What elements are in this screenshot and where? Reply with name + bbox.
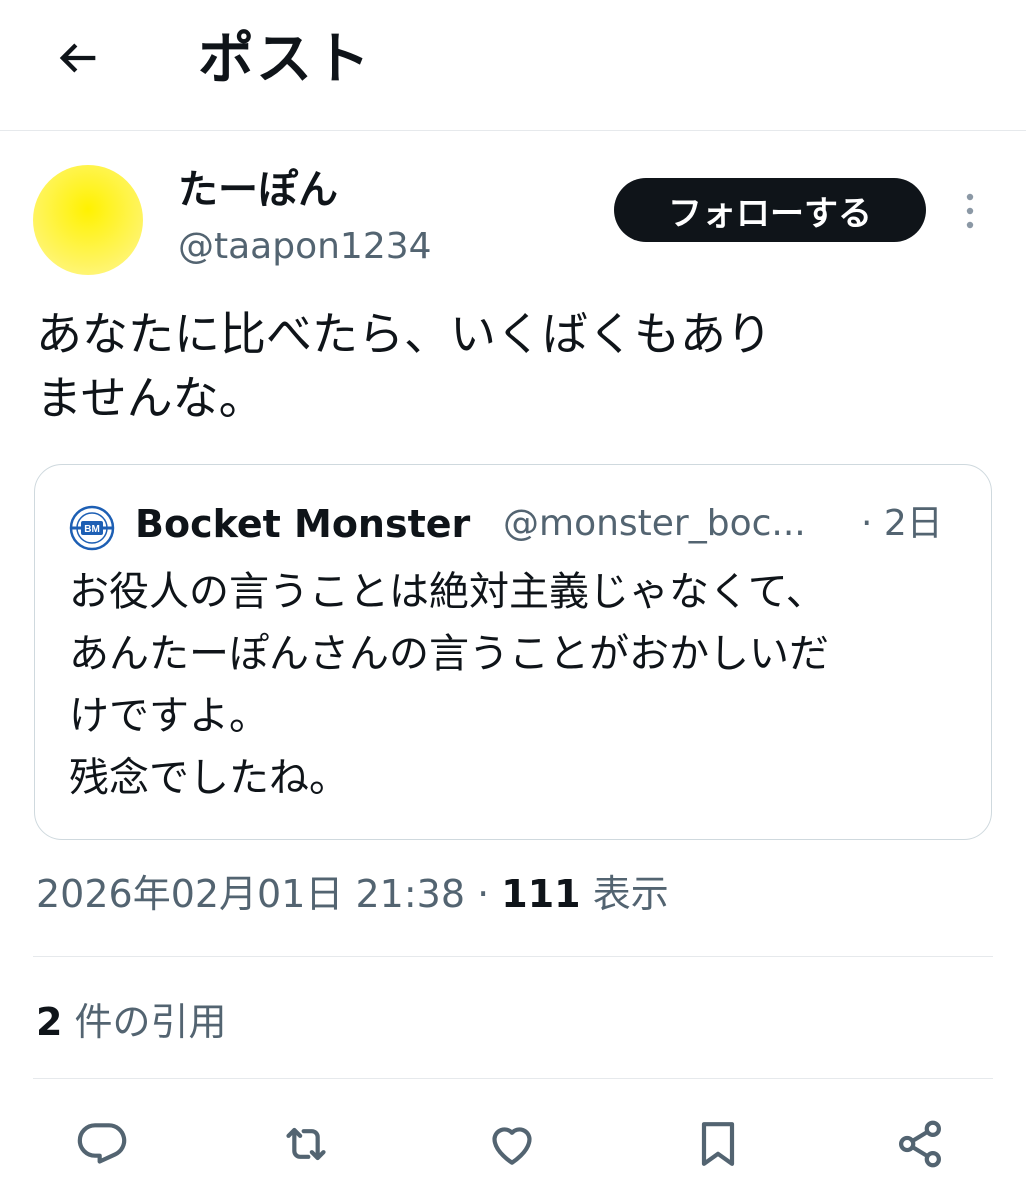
post-timestamp[interactable]: 2026年02月01日 21:38 [36, 872, 465, 916]
repost-button[interactable] [274, 1112, 338, 1176]
more-vertical-icon [966, 193, 974, 229]
author-display-name[interactable]: たーぽん [178, 162, 338, 218]
quote-text: お役人の言うことは絶対主義じゃなくて、 あんたーぽんさんの言うことがおかしいだ … [69, 569, 829, 801]
follow-button[interactable]: フォローする [614, 178, 926, 242]
like-button[interactable] [480, 1112, 544, 1176]
avatar[interactable] [33, 165, 143, 275]
post-text: あなたに比べたら、いくばくもあり ませんな。 [36, 307, 772, 425]
back-button[interactable] [48, 28, 108, 88]
views-label: 表示 [592, 872, 669, 916]
more-options-button[interactable] [950, 186, 990, 236]
quote-author-name: Bocket Monster [135, 502, 471, 546]
quote-author-handle: @monster_boc... [503, 503, 806, 544]
meta-separator: · [477, 872, 490, 916]
author-handle[interactable]: @taapon1234 [178, 222, 432, 272]
repost-icon [286, 1127, 326, 1161]
reply-icon [77, 1123, 127, 1164]
quote-avatar: BM [69, 505, 115, 551]
quote-avatar-text: BM [84, 524, 100, 535]
post-meta: 2026年02月01日 21:38 · 111 表示 [36, 866, 669, 922]
quotes-label: 件の引用 [74, 1000, 227, 1044]
divider [33, 1078, 993, 1079]
views-count: 111 [501, 872, 581, 916]
top-bar: ポスト [0, 0, 1026, 131]
share-icon [899, 1120, 941, 1168]
divider [33, 956, 993, 957]
quotes-link[interactable]: 2 件の引用 [36, 994, 227, 1050]
quote-timestamp: · 2日 [861, 503, 943, 544]
quotes-count: 2 [36, 1000, 63, 1044]
page-title: ポスト [198, 27, 372, 92]
share-button[interactable] [888, 1112, 952, 1176]
bookmark-button[interactable] [686, 1112, 750, 1176]
bookmark-icon [701, 1122, 735, 1166]
arrow-left-icon [59, 43, 96, 73]
reply-button[interactable] [70, 1112, 134, 1176]
heart-icon [492, 1127, 532, 1165]
quoted-post-card[interactable]: BM Bocket Monster @monster_boc... · 2日 お… [34, 464, 992, 840]
